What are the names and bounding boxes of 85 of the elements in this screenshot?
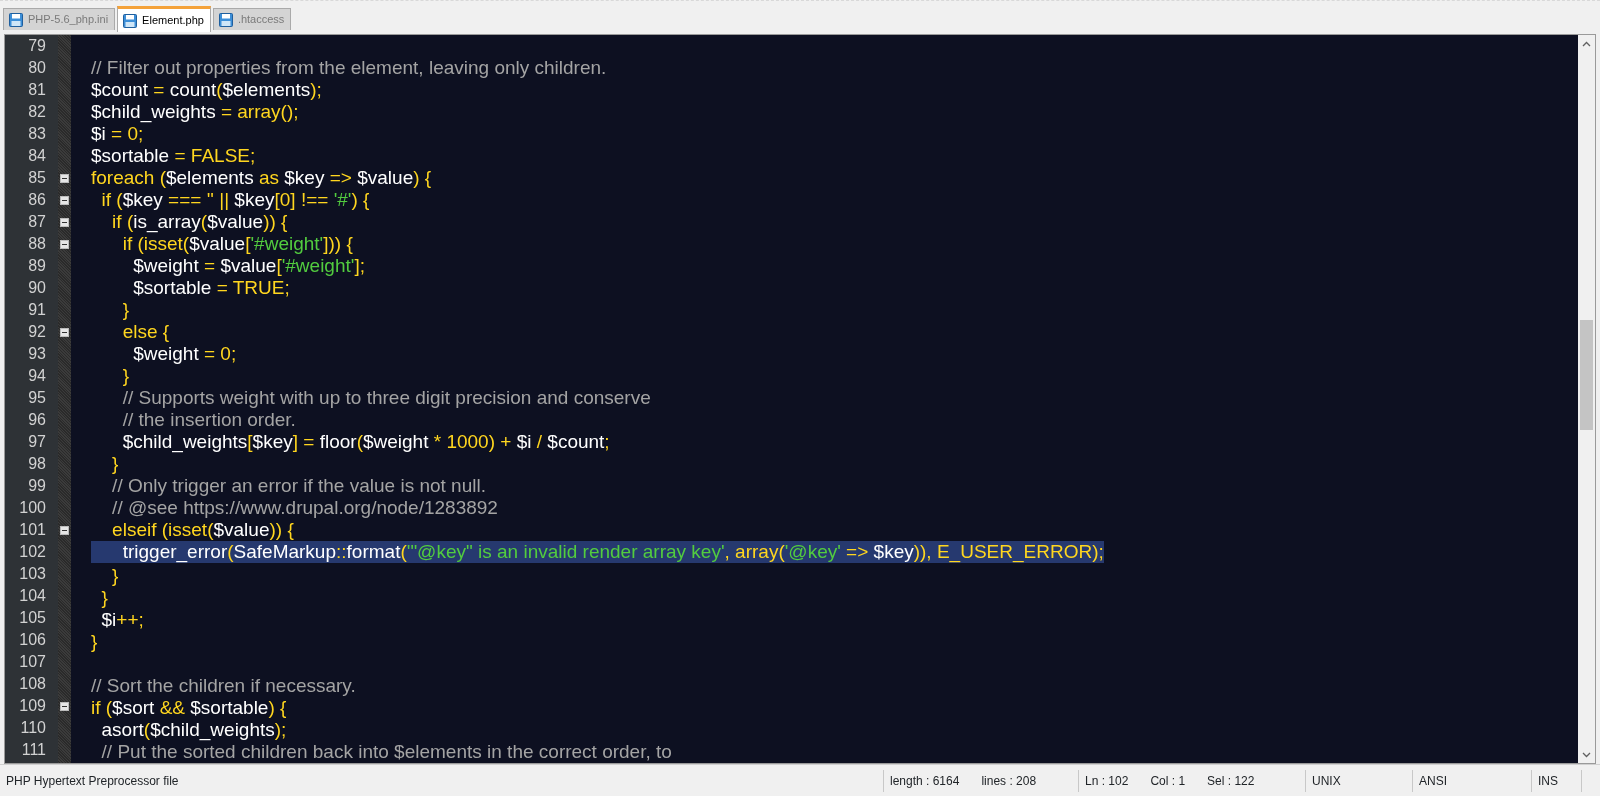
- code-line: foreach ($elements as $key => $value) {: [91, 167, 433, 189]
- code-line: }: [111, 453, 120, 475]
- scroll-up-icon[interactable]: [1582, 40, 1591, 47]
- collapse-icon[interactable]: [60, 217, 69, 227]
- file-tab[interactable]: Element.php: [117, 6, 211, 32]
- line-label: Ln : 102: [1085, 772, 1129, 790]
- collapse-icon[interactable]: [60, 327, 69, 337]
- code-line: // Only trigger an error if the value is not null.: [111, 475, 487, 497]
- encoding-label: ANSI: [1419, 772, 1447, 790]
- line-number: 107: [18, 652, 47, 672]
- file-tab[interactable]: .htaccess: [212, 8, 292, 30]
- line-number: 90: [27, 278, 47, 298]
- code-line: }: [121, 365, 131, 387]
- line-number: 108: [18, 674, 47, 694]
- line-number: 92: [27, 322, 47, 342]
- length-label: length : 6164: [890, 772, 960, 790]
- code-line: $weight = 0;: [132, 343, 238, 365]
- code-line: }: [111, 565, 120, 587]
- code-line: $weight = $value['#weight'];: [132, 255, 366, 277]
- file-tab[interactable]: PHP-5.6_php.ini: [3, 8, 116, 30]
- line-number: 101: [18, 520, 47, 540]
- code-line: if ($sort && $sortable) {: [91, 697, 288, 719]
- scrollbar-thumb[interactable]: [1580, 320, 1593, 430]
- line-number: 82: [27, 102, 47, 122]
- selection-label: Sel : 122: [1207, 772, 1255, 790]
- code-line: }: [91, 631, 99, 653]
- line-number: 79: [27, 36, 47, 56]
- line-ending-label: UNIX: [1312, 772, 1341, 790]
- line-number: 99: [27, 476, 47, 496]
- code-line: $i++;: [100, 609, 145, 631]
- line-number: 102: [18, 542, 47, 562]
- code-line: $sortable = FALSE;: [91, 145, 257, 167]
- column-label: Col : 1: [1150, 772, 1186, 790]
- line-number: 103: [18, 564, 47, 584]
- lines-label: lines : 208: [981, 772, 1037, 790]
- line-number: 109: [18, 696, 47, 716]
- line-number: 111: [20, 740, 47, 760]
- code-line: $child_weights = array();: [91, 101, 300, 123]
- scroll-down-icon[interactable]: [1582, 751, 1591, 758]
- code-line: asort($child_weights);: [100, 719, 288, 741]
- collapse-icon[interactable]: [60, 701, 69, 711]
- code-line: // Put the sorted children back into $elements in the correct order, to: [100, 741, 673, 763]
- line-number: 98: [27, 454, 47, 474]
- code-line: $sortable = TRUE;: [132, 277, 291, 299]
- code-line: // Supports weight with up to three digit precision and conserve: [121, 387, 652, 409]
- code-line: $count = count($elements);: [91, 79, 323, 101]
- line-number: 93: [27, 344, 47, 364]
- code-line: if (isset($value['#weight'])) {: [121, 233, 354, 255]
- code-line: }: [100, 587, 109, 609]
- line-number: 94: [27, 366, 47, 386]
- line-number: 81: [27, 80, 47, 100]
- line-number: 88: [27, 234, 47, 254]
- code-line: $i = 0;: [91, 123, 145, 145]
- code-line: if (is_array($value)) {: [111, 211, 289, 233]
- line-number: 105: [18, 608, 47, 628]
- file-type-label: PHP Hypertext Preprocessor file: [6, 772, 179, 790]
- code-line: // Sort the children if necessary.: [91, 675, 357, 697]
- code-line: elseif (isset($value)) {: [111, 519, 295, 541]
- code-line: if ($key === '' || $key[0] !== '#') {: [100, 189, 371, 211]
- line-number: 96: [27, 410, 47, 430]
- code-line: // @see https://www.drupal.org/node/1283892: [111, 497, 499, 519]
- line-number: 86: [27, 190, 47, 210]
- collapse-icon[interactable]: [60, 525, 69, 535]
- line-number: 85: [27, 168, 47, 188]
- line-number: 89: [27, 256, 47, 276]
- line-number: 100: [18, 498, 47, 518]
- collapse-icon[interactable]: [60, 195, 69, 205]
- line-number: 97: [27, 432, 47, 452]
- code-line: // the insertion order.: [121, 409, 297, 431]
- collapse-icon[interactable]: [60, 173, 69, 183]
- line-number: 104: [18, 586, 47, 606]
- line-number: 80: [27, 58, 47, 78]
- collapse-icon[interactable]: [60, 239, 69, 249]
- code-line: }: [121, 299, 131, 321]
- line-number: 87: [27, 212, 47, 232]
- line-number: 95: [27, 388, 47, 408]
- code-line: else {: [121, 321, 171, 343]
- line-number: 91: [27, 300, 47, 320]
- code-line: // Filter out properties from the element, leaving only children.: [91, 57, 608, 79]
- line-number: 106: [18, 630, 47, 650]
- line-number: 84: [27, 146, 47, 166]
- insert-mode-label: INS: [1538, 772, 1558, 790]
- line-number: 110: [19, 718, 47, 738]
- code-line: $child_weights[$key] = floor($weight * 1000) + $i / $count;: [121, 431, 611, 453]
- line-number: 83: [27, 124, 47, 144]
